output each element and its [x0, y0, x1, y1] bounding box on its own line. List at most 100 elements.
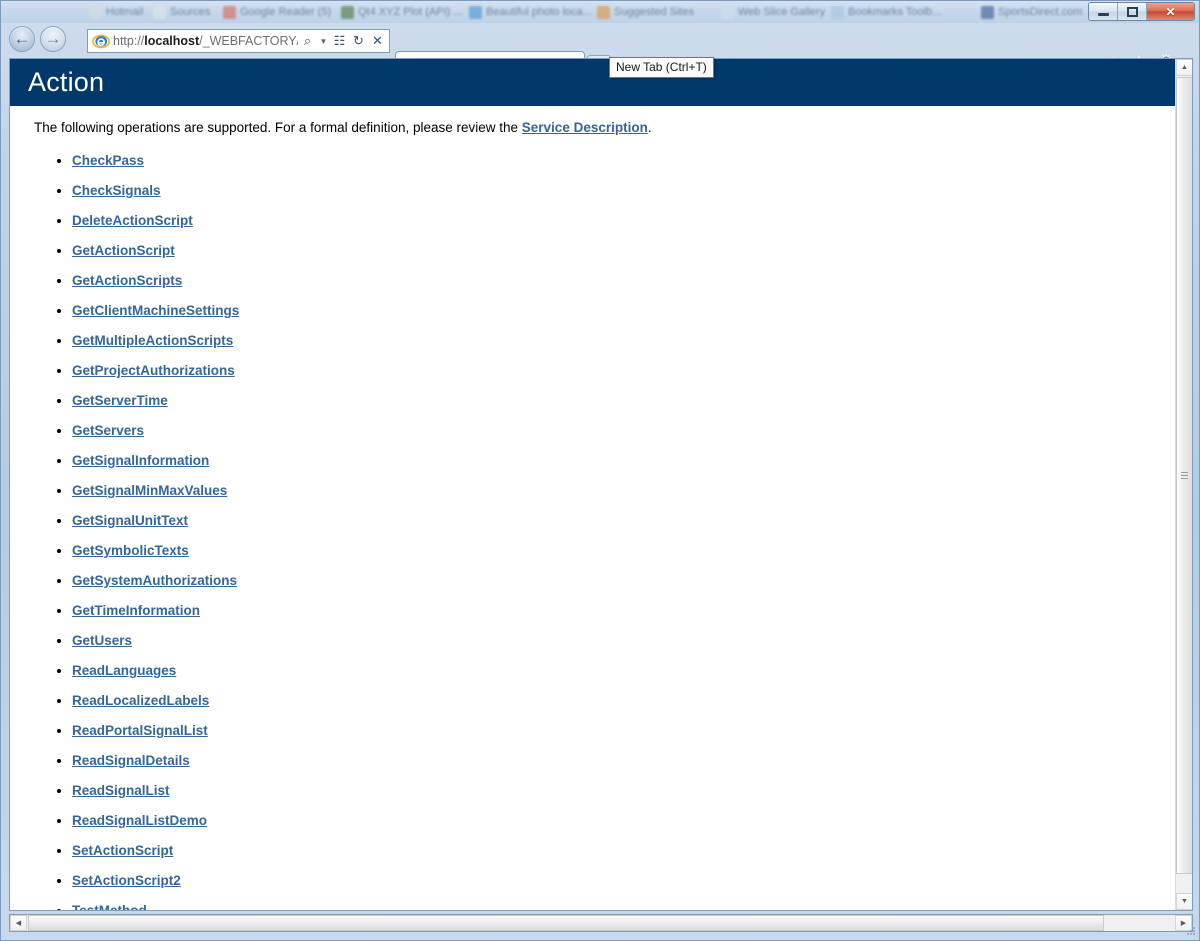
- minimize-button[interactable]: [1089, 3, 1118, 20]
- forward-arrow-icon: →: [44, 28, 62, 48]
- operation-link-checksignals[interactable]: CheckSignals: [72, 183, 161, 198]
- favorites-item[interactable]: SportsDirect.com: [981, 4, 1082, 20]
- operation-link-readlocalizedlabels[interactable]: ReadLocalizedLabels: [72, 693, 209, 708]
- window-controls: ✕: [1088, 2, 1195, 21]
- back-button[interactable]: ←: [9, 26, 35, 52]
- operation-list-item: GetSignalInformation: [72, 446, 1176, 476]
- favorites-item[interactable]: Hotmail: [89, 4, 143, 20]
- operation-link-getsignalminmaxvalues[interactable]: GetSignalMinMaxValues: [72, 483, 227, 498]
- scroll-up-button[interactable]: ▲: [1176, 59, 1192, 76]
- url-text: http://localhost/_WEBFACTORY/Wel: [113, 34, 298, 48]
- operation-link-getclientmachinesettings[interactable]: GetClientMachineSettings: [72, 303, 239, 318]
- favorites-item[interactable]: Bookmarks Toolb...: [831, 4, 941, 20]
- operation-list-item: GetSymbolicTexts: [72, 536, 1176, 566]
- intro-text: The following operations are supported. …: [34, 119, 1176, 137]
- favorites-item[interactable]: Web Slice Gallery: [721, 4, 825, 20]
- favorites-item-icon: [721, 5, 734, 19]
- operation-list-item: CheckPass: [72, 146, 1176, 176]
- operation-list-item: GetUsers: [72, 626, 1176, 656]
- scroll-left-button[interactable]: ◀: [10, 915, 27, 931]
- search-icon[interactable]: ⌕: [298, 31, 317, 52]
- operation-link-readsignaldetails[interactable]: ReadSignalDetails: [72, 753, 190, 768]
- favorites-item[interactable]: Sources: [153, 4, 210, 20]
- operation-link-setactionscript2[interactable]: SetActionScript2: [72, 873, 181, 888]
- favorites-item[interactable]: Suggested Sites: [597, 4, 694, 20]
- favorites-item-label: Qt4 XYZ Plot (API) ...: [358, 6, 463, 18]
- favorites-item-icon: [223, 5, 236, 19]
- operation-link-deleteactionscript[interactable]: DeleteActionScript: [72, 213, 193, 228]
- scroll-up-icon: ▲: [1181, 64, 1188, 71]
- service-description-link[interactable]: Service Description: [522, 120, 648, 135]
- operation-link-getusers[interactable]: GetUsers: [72, 633, 132, 648]
- operations-list: CheckPass CheckSignals DeleteActionScript G…: [34, 146, 1176, 910]
- operation-list-item: ReadSignalListDemo: [72, 806, 1176, 836]
- vertical-scrollbar[interactable]: ▲ ▼: [1175, 59, 1192, 910]
- operation-list-item: SetActionScript2: [72, 866, 1176, 896]
- scroll-down-button[interactable]: ▼: [1176, 893, 1192, 910]
- horizontal-scrollbar[interactable]: ◀ ▶: [9, 914, 1193, 932]
- favorites-item-label: Web Slice Gallery: [738, 6, 826, 18]
- operation-list-item: GetServers: [72, 416, 1176, 446]
- operation-link-getsystemauthorizations[interactable]: GetSystemAuthorizations: [72, 573, 237, 588]
- stop-icon[interactable]: ✕: [368, 31, 387, 52]
- internet-explorer-icon: [92, 34, 110, 49]
- forward-button[interactable]: →: [40, 26, 66, 52]
- back-arrow-icon: ←: [13, 28, 31, 48]
- favorites-item[interactable]: Beautiful photo loca...: [469, 4, 592, 20]
- restore-button[interactable]: [1118, 3, 1147, 20]
- close-icon: ✕: [1165, 4, 1176, 19]
- compatibility-view-icon[interactable]: ☷: [330, 31, 349, 52]
- operation-list-item: GetMultipleActionScripts: [72, 326, 1176, 356]
- operation-link-checkpass[interactable]: CheckPass: [72, 153, 144, 168]
- operation-list-item: GetSystemAuthorizations: [72, 566, 1176, 596]
- browser-window: Hotmail Sources Google Reader (5) Qt4 XYZ P…: [0, 0, 1200, 941]
- chevron-down-icon[interactable]: ▾: [317, 31, 330, 52]
- horizontal-scrollbar-thumb[interactable]: [28, 915, 1104, 931]
- page-title: Action: [28, 67, 105, 97]
- operation-link-getservers[interactable]: GetServers: [72, 423, 144, 438]
- new-tab-tooltip: New Tab (Ctrl+T): [609, 57, 714, 78]
- operation-link-readsignallistdemo[interactable]: ReadSignalListDemo: [72, 813, 207, 828]
- restore-icon: [1126, 6, 1138, 17]
- resize-grip-icon[interactable]: [1184, 926, 1196, 938]
- favorites-item[interactable]: Google Reader (5): [223, 4, 331, 20]
- operation-list-item: ReadLocalizedLabels: [72, 686, 1176, 716]
- refresh-icon[interactable]: ↻: [349, 31, 368, 52]
- operation-link-gettimeinformation[interactable]: GetTimeInformation: [72, 603, 200, 618]
- operation-link-getsignalunittext[interactable]: GetSignalUnitText: [72, 513, 188, 528]
- operation-link-readlanguages[interactable]: ReadLanguages: [72, 663, 176, 678]
- page-body: The following operations are supported. …: [10, 106, 1176, 910]
- favorites-item-icon: [89, 5, 102, 19]
- operation-link-getmultipleactionscripts[interactable]: GetMultipleActionScripts: [72, 333, 233, 348]
- operation-link-readportalsignallist[interactable]: ReadPortalSignalList: [72, 723, 208, 738]
- operation-link-getsignalinformation[interactable]: GetSignalInformation: [72, 453, 209, 468]
- operation-link-setactionscript[interactable]: SetActionScript: [72, 843, 173, 858]
- favorites-item-icon: [597, 5, 610, 19]
- operation-link-getactionscript[interactable]: GetActionScript: [72, 243, 175, 258]
- page-banner: Action: [10, 59, 1176, 106]
- operation-list-item: GetClientMachineSettings: [72, 296, 1176, 326]
- favorites-item-label: Bookmarks Toolb...: [848, 6, 942, 18]
- operation-list-item: GetActionScripts: [72, 266, 1176, 296]
- favorites-item-icon: [153, 5, 166, 19]
- close-button[interactable]: ✕: [1147, 3, 1194, 20]
- favorites-item-icon: [981, 5, 994, 19]
- operation-list-item: ReadPortalSignalList: [72, 716, 1176, 746]
- favorites-item-icon: [341, 5, 354, 19]
- address-bar[interactable]: http://localhost/_WEBFACTORY/Wel ⌕ ▾ ☷ ↻…: [87, 29, 390, 53]
- operation-link-getservertime[interactable]: GetServerTime: [72, 393, 168, 408]
- operation-link-getactionscripts[interactable]: GetActionScripts: [72, 273, 182, 288]
- operation-list-item: ReadLanguages: [72, 656, 1176, 686]
- operation-link-getsymbolictexts[interactable]: GetSymbolicTexts: [72, 543, 189, 558]
- favorites-item[interactable]: Qt4 XYZ Plot (API) ...: [341, 4, 463, 20]
- favorites-item-label: SportsDirect.com: [998, 6, 1083, 18]
- favorites-item-icon: [831, 5, 844, 19]
- operation-link-testmethod[interactable]: TestMethod: [72, 903, 147, 910]
- favorites-item-label: Hotmail: [106, 6, 144, 18]
- operation-list-item: SetActionScript: [72, 836, 1176, 866]
- operation-link-readsignallist[interactable]: ReadSignalList: [72, 783, 170, 798]
- operation-link-getprojectauthorizations[interactable]: GetProjectAuthorizations: [72, 363, 235, 378]
- favorites-item-label: Sources: [170, 6, 211, 18]
- vertical-scrollbar-thumb[interactable]: [1176, 77, 1192, 874]
- favorites-item-label: Beautiful photo loca...: [486, 6, 592, 18]
